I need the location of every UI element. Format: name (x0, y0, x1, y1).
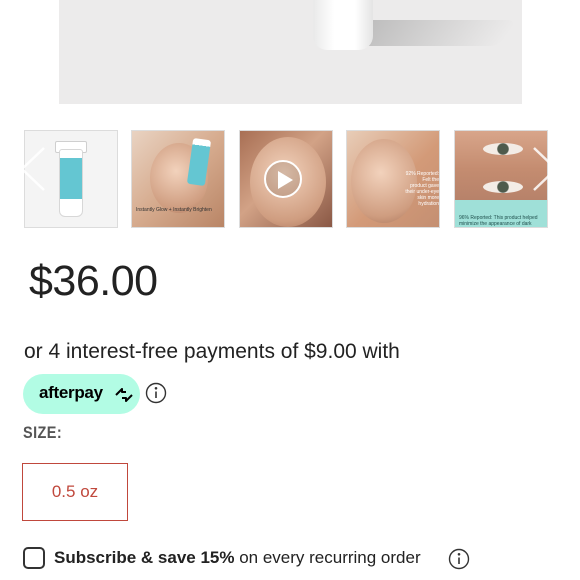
play-icon (278, 171, 293, 189)
afterpay-label: afterpay (39, 383, 103, 402)
hero-bottle-shadow (349, 20, 519, 46)
size-label: SIZE: (23, 423, 63, 442)
info-icon[interactable] (448, 548, 470, 570)
afterpay-arrows-icon (115, 388, 133, 402)
subscribe-bold-text: Subscribe & save 15% (54, 548, 235, 567)
installment-text: or 4 interest-free payments of $9.00 wit… (24, 340, 400, 363)
thumbnail-caption: Instantly Glow + Instantly Brighten (136, 207, 212, 213)
hero-bottle (313, 0, 373, 50)
subscribe-label[interactable]: Subscribe & save 15% on every recurring … (54, 547, 421, 569)
thumbnail-model-glow[interactable]: Instantly Glow + Instantly Brighten (131, 130, 225, 228)
product-hero-image (59, 0, 522, 104)
thumbnail-model-claim[interactable]: 92% Reported: Felt the product gave thei… (346, 130, 440, 228)
product-price: $36.00 (29, 257, 158, 305)
eye-before (483, 143, 523, 155)
thumbnail-tube (59, 149, 83, 217)
thumbnail-caption: 92% Reported: Felt the product gave thei… (405, 171, 439, 207)
chevron-left-icon[interactable] (0, 144, 50, 194)
play-button[interactable] (264, 160, 302, 198)
subscribe-checkbox[interactable] (23, 547, 45, 569)
subscribe-rest-text: on every recurring order (234, 548, 421, 567)
info-icon[interactable] (145, 382, 167, 404)
chevron-right-icon[interactable] (528, 144, 578, 194)
afterpay-badge[interactable]: afterpay (23, 374, 140, 414)
size-option-0-5-oz[interactable]: 0.5 oz (22, 463, 128, 521)
size-option-label: 0.5 oz (51, 482, 99, 501)
eye-after (483, 181, 523, 193)
thumbnail-caption: 96% Reported: This product helped minimi… (459, 215, 538, 227)
